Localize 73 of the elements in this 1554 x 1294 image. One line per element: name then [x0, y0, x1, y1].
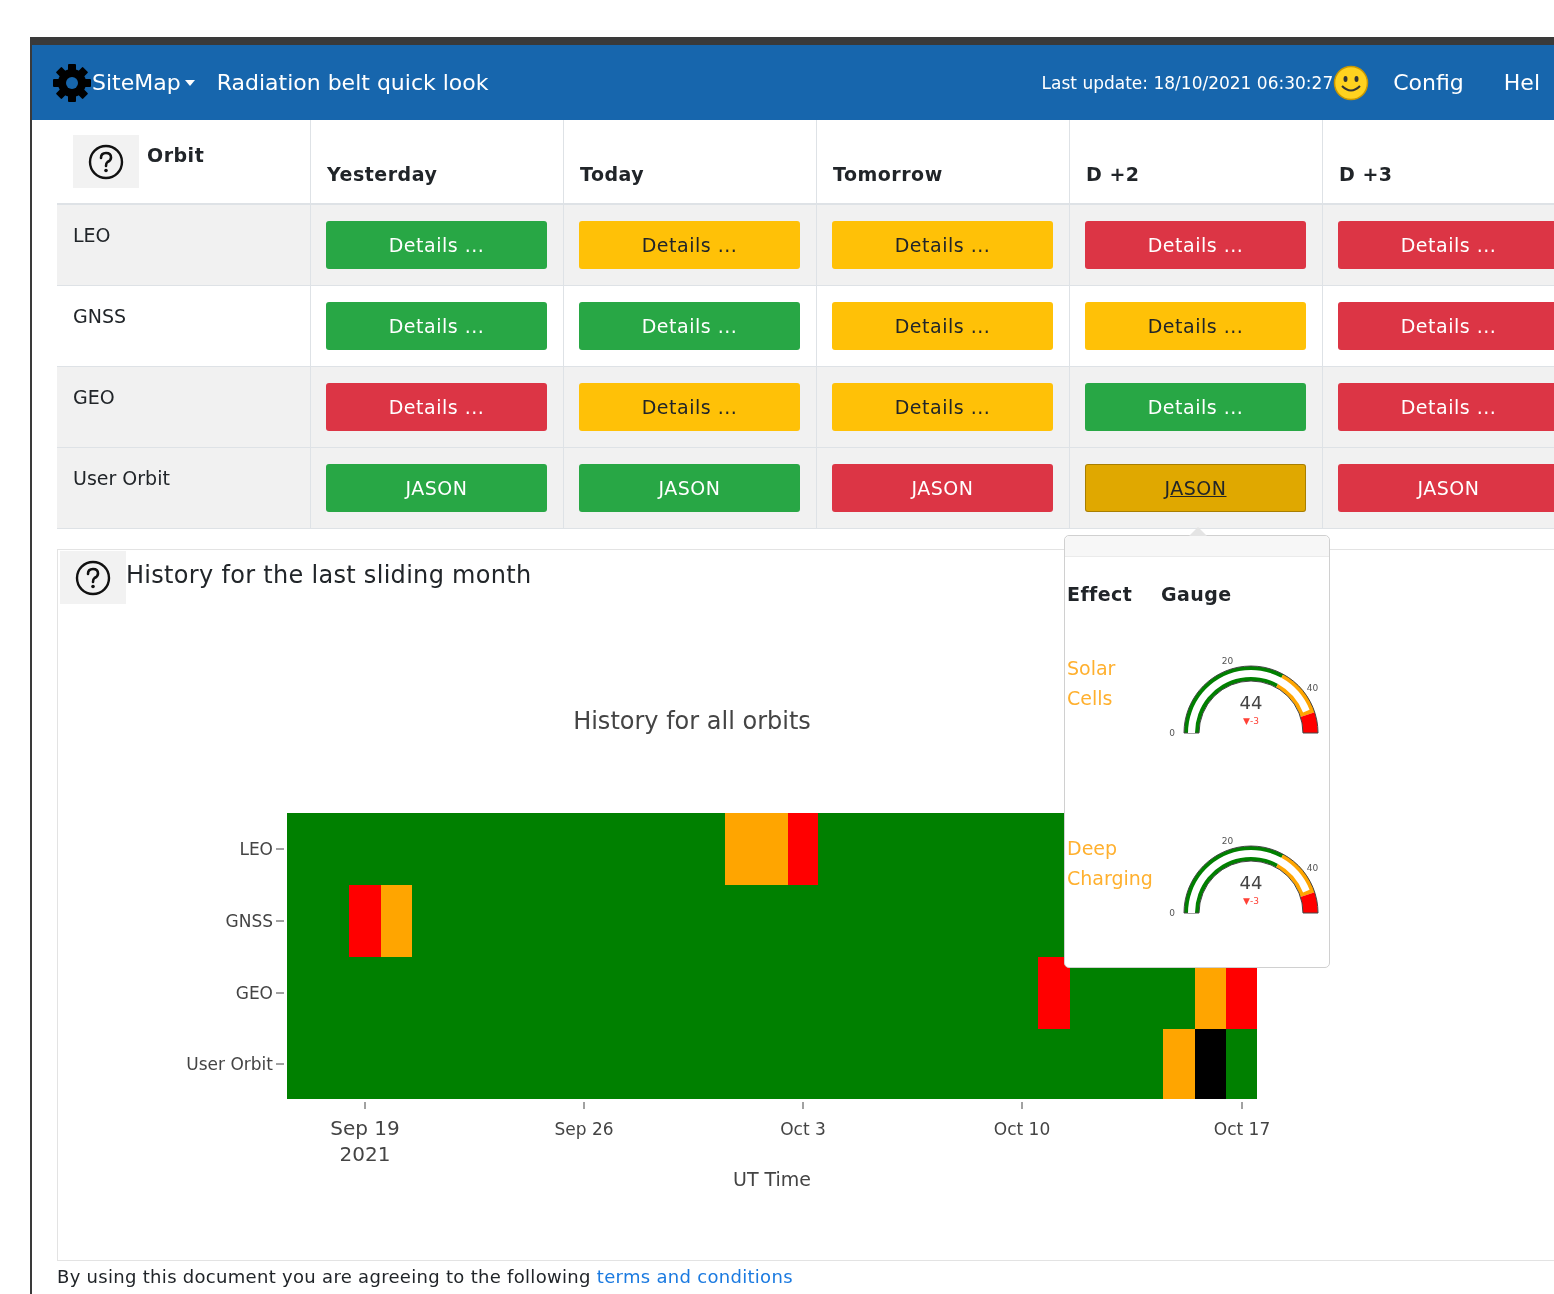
status-button[interactable]: JASON [1338, 464, 1554, 512]
gauge-tick-label: 20 [1221, 835, 1234, 846]
axis-label: Oct 10 [993, 1119, 1051, 1139]
heatmap-cell [381, 885, 412, 957]
status-button[interactable]: Details ... [326, 383, 547, 431]
status-button[interactable]: JASON [326, 464, 547, 512]
status-button[interactable]: JASON [579, 464, 800, 512]
gauge-delta: ▼-3 [1243, 716, 1259, 726]
effect-label: Deep Charging [1067, 836, 1154, 891]
terms-link[interactable]: terms and conditions [596, 1266, 793, 1287]
help-button[interactable] [73, 135, 139, 188]
heatmap-cell [349, 885, 381, 957]
gauge-tick-label: 20 [1221, 655, 1234, 666]
status-button[interactable]: Details ... [326, 221, 547, 269]
status-button[interactable]: JASON [1085, 464, 1306, 512]
axis-label: Oct 17 [1213, 1119, 1271, 1139]
row-label: User Orbit [57, 448, 311, 529]
row-label: GNSS [57, 286, 311, 367]
column-header: Orbit [147, 144, 205, 166]
status-button[interactable]: Details ... [1338, 302, 1554, 350]
axis-label: GEO [235, 983, 273, 1003]
smiley-icon [1333, 64, 1370, 101]
gauge-value: 44 [1239, 692, 1263, 713]
gauge-tick-label: 40 [1306, 863, 1319, 874]
axis-label: Sep 26 [554, 1119, 614, 1139]
chart-title: History for all orbits [573, 707, 811, 735]
status-button[interactable]: Details ... [1085, 221, 1306, 269]
status-button[interactable]: Details ... [579, 383, 800, 431]
axis-label: GNSS [225, 911, 273, 931]
axis-label: User Orbit [186, 1054, 273, 1074]
axis-label: LEO [239, 839, 273, 859]
terms-notice: By using this document you are agreeing to the following terms and conditions [57, 1265, 794, 1289]
gauge-tick-label: 0 [1169, 728, 1175, 738]
status-button[interactable]: Details ... [579, 221, 800, 269]
axis-label: Oct 3 [780, 1119, 826, 1139]
gauge-tick-label: 40 [1306, 683, 1319, 694]
caret-icon [184, 79, 195, 86]
last-update: Last update: 18/10/2021 06:30:27 [1041, 72, 1334, 93]
heatmap-cell [788, 813, 818, 885]
axis-title: UT Time [732, 1168, 812, 1190]
row-label: GEO [57, 367, 311, 448]
gauge-tick-label: 0 [1169, 908, 1175, 918]
status-button[interactable]: Details ... [579, 302, 800, 350]
gauge-delta: ▼-3 [1243, 896, 1259, 906]
axis-label: Sep 19 [330, 1116, 400, 1140]
heatmap-cell [725, 813, 788, 885]
sitemap-menu[interactable]: SiteMap [92, 70, 195, 95]
status-button[interactable]: Details ... [1338, 383, 1554, 431]
heatmap-cell [1038, 957, 1070, 1029]
gauge-value: 44 [1239, 872, 1263, 893]
effect-label: Solar Cells [1067, 656, 1117, 711]
status-button[interactable]: Details ... [832, 221, 1053, 269]
page-title: Radiation belt quick look [216, 70, 489, 95]
nav-link[interactable]: Hel [1503, 70, 1540, 95]
help-button[interactable] [60, 551, 126, 604]
status-button[interactable]: Details ... [832, 302, 1053, 350]
heatmap-cell [1163, 1029, 1195, 1099]
status-button[interactable]: Details ... [326, 302, 547, 350]
status-button[interactable]: Details ... [832, 383, 1053, 431]
heatmap-cell [1195, 1029, 1226, 1099]
status-button[interactable]: Details ... [1338, 221, 1554, 269]
help-icon[interactable] [75, 559, 111, 596]
nav-link[interactable]: Config [1393, 70, 1464, 95]
panel-title: History for the last sliding month [126, 561, 532, 589]
row-label: LEO [57, 205, 311, 286]
status-button[interactable]: Details ... [1085, 383, 1306, 431]
help-icon[interactable] [88, 143, 124, 180]
gear-icon [52, 62, 92, 103]
status-button[interactable]: Details ... [1085, 302, 1306, 350]
axis-label: 2021 [339, 1142, 391, 1166]
column-header: Effect [1067, 583, 1134, 607]
status-button[interactable]: JASON [832, 464, 1053, 512]
column-header: Gauge [1161, 583, 1233, 607]
